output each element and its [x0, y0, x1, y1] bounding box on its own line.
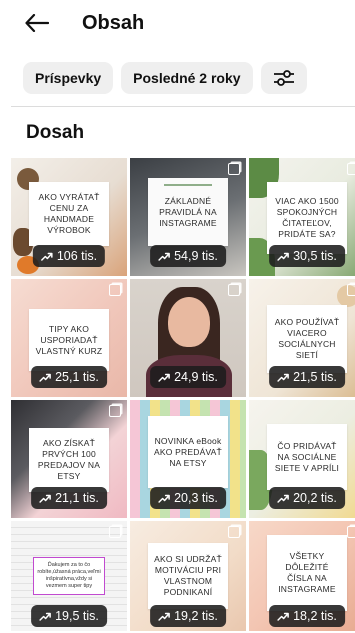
carousel-icon [109, 405, 121, 417]
post-text-card: AKO ZÍSKAŤ PRVÝCH 100 PREDAJOV NA ETSY [29, 428, 109, 492]
trend-up-icon [277, 494, 289, 503]
trend-up-icon [39, 494, 51, 503]
post-tile[interactable]: NOVINKA eBook AKO PREDÁVAŤ NA ETSY 20,3 … [130, 400, 246, 518]
reach-badge: 54,9 tis. [150, 245, 226, 267]
post-caption: AKO SI UDRŽAŤ MOTIVÁCIU PRI VLASTNOM POD… [154, 554, 222, 597]
post-text-card: VIAC AKO 1500 SPOKOJNÝCH ČITATEĽOV, PRID… [267, 182, 347, 254]
trend-up-icon [277, 612, 289, 621]
trend-up-icon [39, 373, 51, 382]
post-caption: AKO POUŽÍVAŤ VIACERO SOCIÁLNYCH SIETÍ [274, 317, 340, 360]
reach-value: 21,1 tis. [55, 491, 99, 505]
reach-value: 30,5 tis. [293, 249, 337, 263]
post-text-card: AKO VYRÁTAŤ CENU ZA HANDMADE VÝROBOK [29, 182, 109, 246]
post-caption: Ďakujem za to čo robíte,úžasná práca,veľ… [37, 562, 101, 589]
post-text-card: AKO POUŽÍVAŤ VIACERO SOCIÁLNYCH SIETÍ [267, 305, 347, 373]
trend-up-icon [41, 252, 53, 261]
reach-badge: 25,1 tis. [31, 366, 107, 388]
post-caption: VŠETKY DÔLEŽITÉ ČÍSLA NA INSTAGRAME [278, 551, 336, 594]
reach-value: 24,9 tis. [174, 370, 218, 384]
carousel-icon [347, 526, 355, 538]
reach-badge: 21,5 tis. [269, 366, 345, 388]
reach-value: 21,5 tis. [293, 370, 337, 384]
post-tile[interactable]: 24,9 tis. [130, 279, 246, 397]
post-text-card: AKO SI UDRŽAŤ MOTIVÁCIU PRI VLASTNOM POD… [148, 543, 228, 609]
reach-badge: 20,2 tis. [269, 487, 345, 509]
back-button[interactable] [22, 10, 52, 36]
post-caption: VIAC AKO 1500 SPOKOJNÝCH ČITATEĽOV, PRID… [275, 196, 339, 239]
portrait-face [168, 297, 210, 347]
post-caption: AKO VYRÁTAŤ CENU ZA HANDMADE VÝROBOK [38, 192, 100, 235]
trend-up-icon [277, 373, 289, 382]
post-tile[interactable]: AKO POUŽÍVAŤ VIACERO SOCIÁLNYCH SIETÍ 21… [249, 279, 355, 397]
section-title: Dosah [26, 122, 85, 143]
trend-up-icon [158, 612, 170, 621]
post-tile[interactable]: AKO VYRÁTAŤ CENU ZA HANDMADE VÝROBOK 106… [11, 158, 127, 276]
carousel-icon [347, 284, 355, 296]
reach-value: 20,2 tis. [293, 491, 337, 505]
carousel-icon [228, 163, 240, 175]
post-tile[interactable]: VIAC AKO 1500 SPOKOJNÝCH ČITATEĽOV, PRID… [249, 158, 355, 276]
reach-badge: 19,2 tis. [150, 605, 226, 627]
post-text-card: TIPY AKO USPORIADAŤ VLASTNÝ KURZ [29, 309, 109, 371]
post-tile[interactable]: ČO PRIDÁVAŤ NA SOCIÁLNE SIETE V APRÍLI 2… [249, 400, 355, 518]
reach-value: 25,1 tis. [55, 370, 99, 384]
carousel-icon [109, 526, 121, 538]
reach-badge: 106 tis. [32, 245, 106, 267]
post-caption: TIPY AKO USPORIADAŤ VLASTNÝ KURZ [35, 323, 103, 356]
carousel-icon [347, 163, 355, 175]
post-caption: ZÁKLADNÉ PRAVIDLÁ NA INSTAGRAME [159, 195, 217, 228]
divider [11, 106, 355, 107]
post-caption: AKO ZÍSKAŤ PRVÝCH 100 PREDAJOV NA ETSY [37, 438, 101, 481]
post-tile[interactable]: ZÁKLADNÉ PRAVIDLÁ NA INSTAGRAME 54,9 tis… [130, 158, 246, 276]
filter-period-chip[interactable]: Posledné 2 roky [121, 62, 253, 94]
header: Obsah [0, 0, 355, 46]
post-text-card: VŠETKY DÔLEŽITÉ ČÍSLA NA INSTAGRAME [267, 535, 347, 611]
post-text-card: ZÁKLADNÉ PRAVIDLÁ NA INSTAGRAME [148, 178, 228, 246]
post-caption: ČO PRIDÁVAŤ NA SOCIÁLNE SIETE V APRÍLI [274, 440, 340, 473]
trend-up-icon [277, 252, 289, 261]
filter-bar: Príspevky Posledné 2 roky [23, 62, 307, 94]
arrow-left-icon [25, 14, 49, 32]
reach-badge: 21,1 tis. [31, 487, 107, 509]
reach-value: 20,3 tis. [174, 491, 218, 505]
filter-posts-chip[interactable]: Príspevky [23, 62, 114, 94]
post-tile[interactable]: TIPY AKO USPORIADAŤ VLASTNÝ KURZ 25,1 ti… [11, 279, 127, 397]
carousel-icon [228, 284, 240, 296]
reach-value: 19,5 tis. [55, 609, 99, 623]
trend-up-icon [158, 373, 170, 382]
reach-badge: 18,2 tis. [269, 605, 345, 627]
trend-up-icon [158, 252, 170, 261]
trend-up-icon [158, 494, 170, 503]
post-caption: NOVINKA eBook AKO PREDÁVAŤ NA ETSY [154, 435, 222, 468]
reach-value: 19,2 tis. [174, 609, 218, 623]
post-tile[interactable]: Ďakujem za to čo robíte,úžasná práca,veľ… [11, 521, 127, 631]
sliders-icon [273, 70, 294, 86]
post-tile[interactable]: AKO ZÍSKAŤ PRVÝCH 100 PREDAJOV NA ETSY 2… [11, 400, 127, 518]
accent-line [164, 184, 212, 186]
carousel-icon [228, 526, 240, 538]
comment-card: Ďakujem za to čo robíte,úžasná práca,veľ… [33, 557, 105, 595]
page-title: Obsah [82, 12, 145, 34]
reach-value: 18,2 tis. [293, 609, 337, 623]
post-text-card: NOVINKA eBook AKO PREDÁVAŤ NA ETSY [148, 416, 228, 488]
reach-badge: 30,5 tis. [269, 245, 345, 267]
trend-up-icon [39, 612, 51, 621]
reach-badge: 24,9 tis. [150, 366, 226, 388]
filter-settings-button[interactable] [260, 62, 307, 94]
post-text-card: ČO PRIDÁVAŤ NA SOCIÁLNE SIETE V APRÍLI [267, 424, 347, 490]
reach-badge: 19,5 tis. [31, 605, 107, 627]
carousel-icon [109, 284, 121, 296]
reach-value: 54,9 tis. [174, 249, 218, 263]
reach-badge: 20,3 tis. [150, 487, 226, 509]
post-tile[interactable]: AKO SI UDRŽAŤ MOTIVÁCIU PRI VLASTNOM POD… [130, 521, 246, 631]
post-tile[interactable]: VŠETKY DÔLEŽITÉ ČÍSLA NA INSTAGRAME 18,2… [249, 521, 355, 631]
reach-value: 106 tis. [56, 249, 98, 263]
